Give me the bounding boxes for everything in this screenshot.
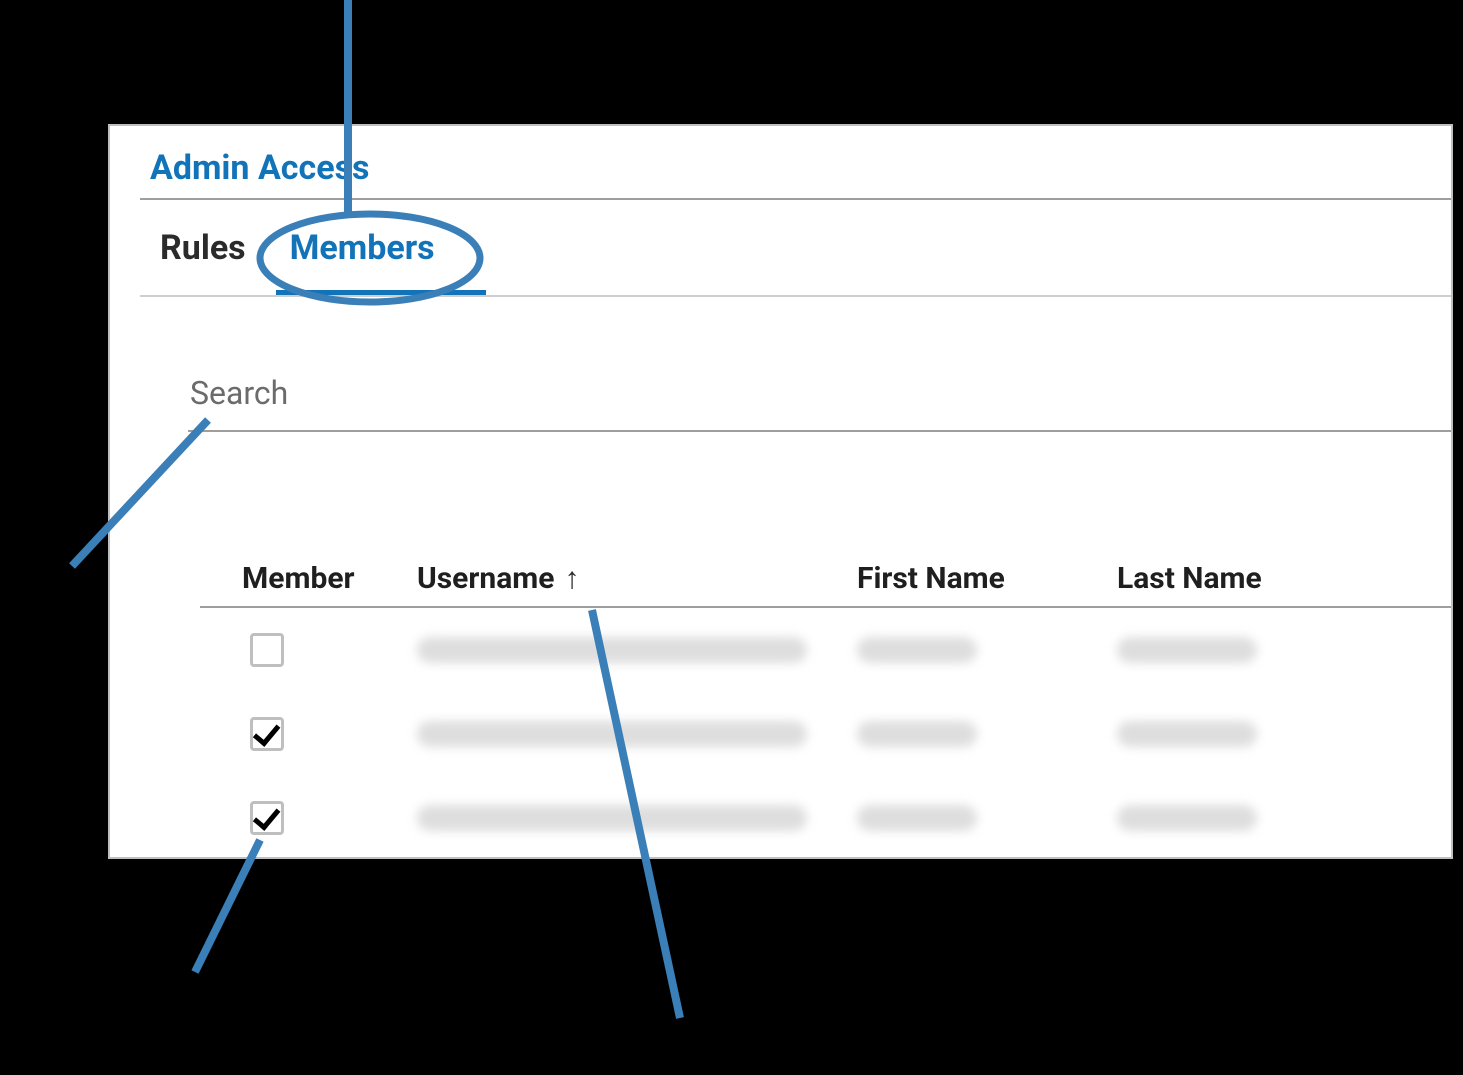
username-cell-redacted <box>417 805 807 831</box>
panel-title: Admin Access <box>150 148 370 188</box>
tab-members[interactable]: Members <box>270 218 455 292</box>
tab-divider <box>140 295 1451 297</box>
tab-rules[interactable]: Rules <box>140 218 266 292</box>
column-header-username-label: Username <box>417 561 554 596</box>
title-divider <box>140 198 1451 200</box>
first-name-cell-redacted <box>857 805 977 831</box>
member-checkbox[interactable] <box>250 633 284 667</box>
last-name-cell-redacted <box>1117 721 1257 747</box>
search-underline <box>188 430 1451 432</box>
first-name-cell-redacted <box>857 637 977 663</box>
username-cell-redacted <box>417 721 807 747</box>
first-name-cell-redacted <box>857 721 977 747</box>
table-row <box>200 608 1451 692</box>
column-header-member[interactable]: Member <box>200 561 417 596</box>
column-header-last-name[interactable]: Last Name <box>1117 561 1377 596</box>
table-row <box>200 776 1451 859</box>
last-name-cell-redacted <box>1117 637 1257 663</box>
annotation-line-to-checkbox <box>195 840 260 972</box>
tab-bar: Rules Members <box>140 218 570 296</box>
admin-access-panel: Admin Access Rules Members Search Member… <box>108 124 1453 859</box>
arrow-up-icon: ↑ <box>564 561 579 596</box>
last-name-cell-redacted <box>1117 805 1257 831</box>
column-header-username[interactable]: Username ↑ <box>417 561 857 596</box>
username-cell-redacted <box>417 637 807 663</box>
table-row <box>200 692 1451 776</box>
column-header-first-name[interactable]: First Name <box>857 561 1117 596</box>
table-header-row: Member Username ↑ First Name Last Name <box>200 546 1451 596</box>
member-checkbox[interactable] <box>250 717 284 751</box>
members-table: Member Username ↑ First Name Last Name <box>200 546 1451 859</box>
member-checkbox[interactable] <box>250 801 284 835</box>
search-field[interactable]: Search <box>190 374 1451 432</box>
search-placeholder: Search <box>190 374 1451 412</box>
